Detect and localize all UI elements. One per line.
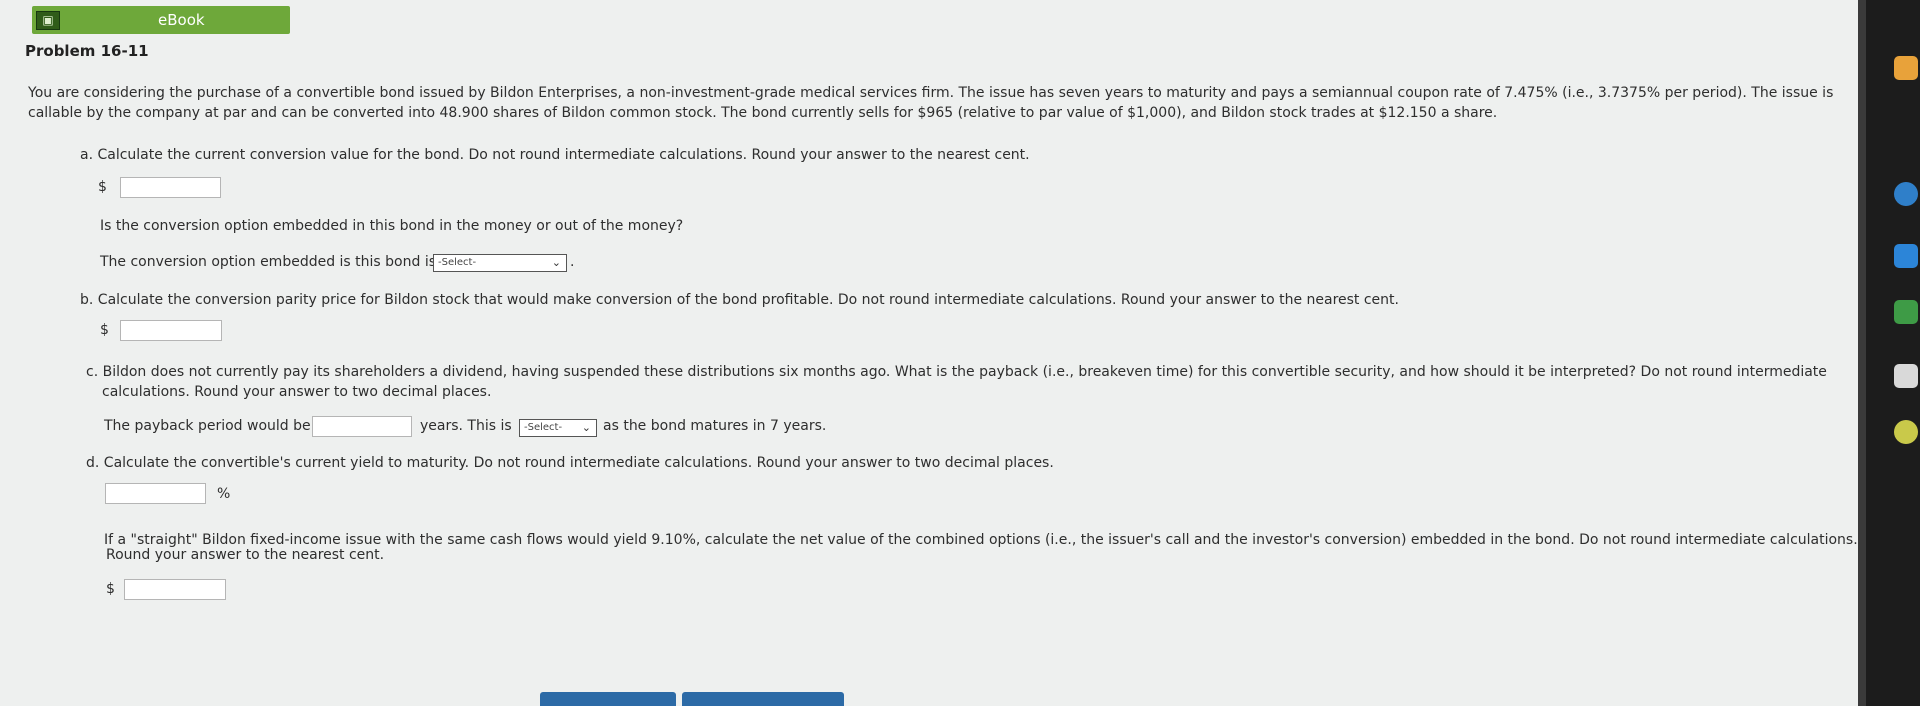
- chevron-down-icon: ⌄: [581, 421, 591, 434]
- book-icon: ▣: [36, 10, 60, 30]
- part-a-conversion-value-input[interactable]: [120, 177, 221, 198]
- part-a-select-value: -Select-: [438, 257, 477, 268]
- part-d-question: d. Calculate the convertible's current y…: [86, 455, 1054, 471]
- part-c-question-line2: calculations. Round your answer to two d…: [102, 384, 492, 400]
- problem-intro-line1: You are considering the purchase of a co…: [28, 85, 1834, 101]
- part-c-stmt-mid: years. This is: [420, 418, 512, 434]
- part-d-percent-unit: %: [217, 486, 231, 502]
- part-a-followup: Is the conversion option embedded in thi…: [100, 218, 684, 234]
- taskbar: [1866, 0, 1920, 706]
- part-a-statement: The conversion option embedded is this b…: [100, 254, 437, 270]
- part-c-stmt-before: The payback period would be: [104, 418, 311, 434]
- drive-icon[interactable]: [1894, 300, 1918, 324]
- ebook-label: eBook: [158, 11, 205, 29]
- part-c-select-value: -Select-: [524, 422, 563, 433]
- part-d-ytm-input[interactable]: [105, 483, 206, 504]
- part-a-question: a. Calculate the current conversion valu…: [80, 147, 1030, 163]
- part-c-interpretation-select[interactable]: -Select- ⌄: [519, 419, 597, 437]
- part-b-currency: $: [100, 322, 109, 338]
- part-b-parity-price-input[interactable]: [120, 320, 222, 341]
- part-d-net-option-value-input[interactable]: [124, 579, 226, 600]
- chevron-down-icon: ⌄: [551, 256, 561, 269]
- ebook-button[interactable]: ▣ eBook: [32, 6, 290, 34]
- part-b-question: b. Calculate the conversion parity price…: [80, 292, 1399, 308]
- part-c-stmt-after: as the bond matures in 7 years.: [603, 418, 827, 434]
- app-icon[interactable]: [1894, 420, 1918, 444]
- previous-button[interactable]: [540, 692, 676, 706]
- problem-title: Problem 16-11: [25, 42, 149, 60]
- problem-intro-line2: callable by the company at par and can b…: [28, 105, 1498, 121]
- cloud-icon[interactable]: [1894, 244, 1918, 268]
- part-c-payback-input[interactable]: [312, 416, 412, 437]
- app-icon[interactable]: [1894, 364, 1918, 388]
- part-a-currency: $: [98, 179, 107, 195]
- part-c-question-line1: c. Bildon does not currently pay its sha…: [86, 364, 1827, 380]
- app-icon[interactable]: [1894, 56, 1918, 80]
- part-a-period: .: [570, 254, 575, 270]
- part-d-currency: $: [106, 581, 115, 597]
- next-button[interactable]: [682, 692, 844, 706]
- part-d-followup-line2: Round your answer to the nearest cent.: [106, 547, 385, 563]
- window-edge: [1858, 0, 1866, 706]
- part-a-money-select[interactable]: -Select- ⌄: [433, 254, 567, 272]
- app-icon[interactable]: [1894, 182, 1918, 206]
- assignment-page: ▣ eBook Problem 16-11 You are considerin…: [0, 0, 1866, 706]
